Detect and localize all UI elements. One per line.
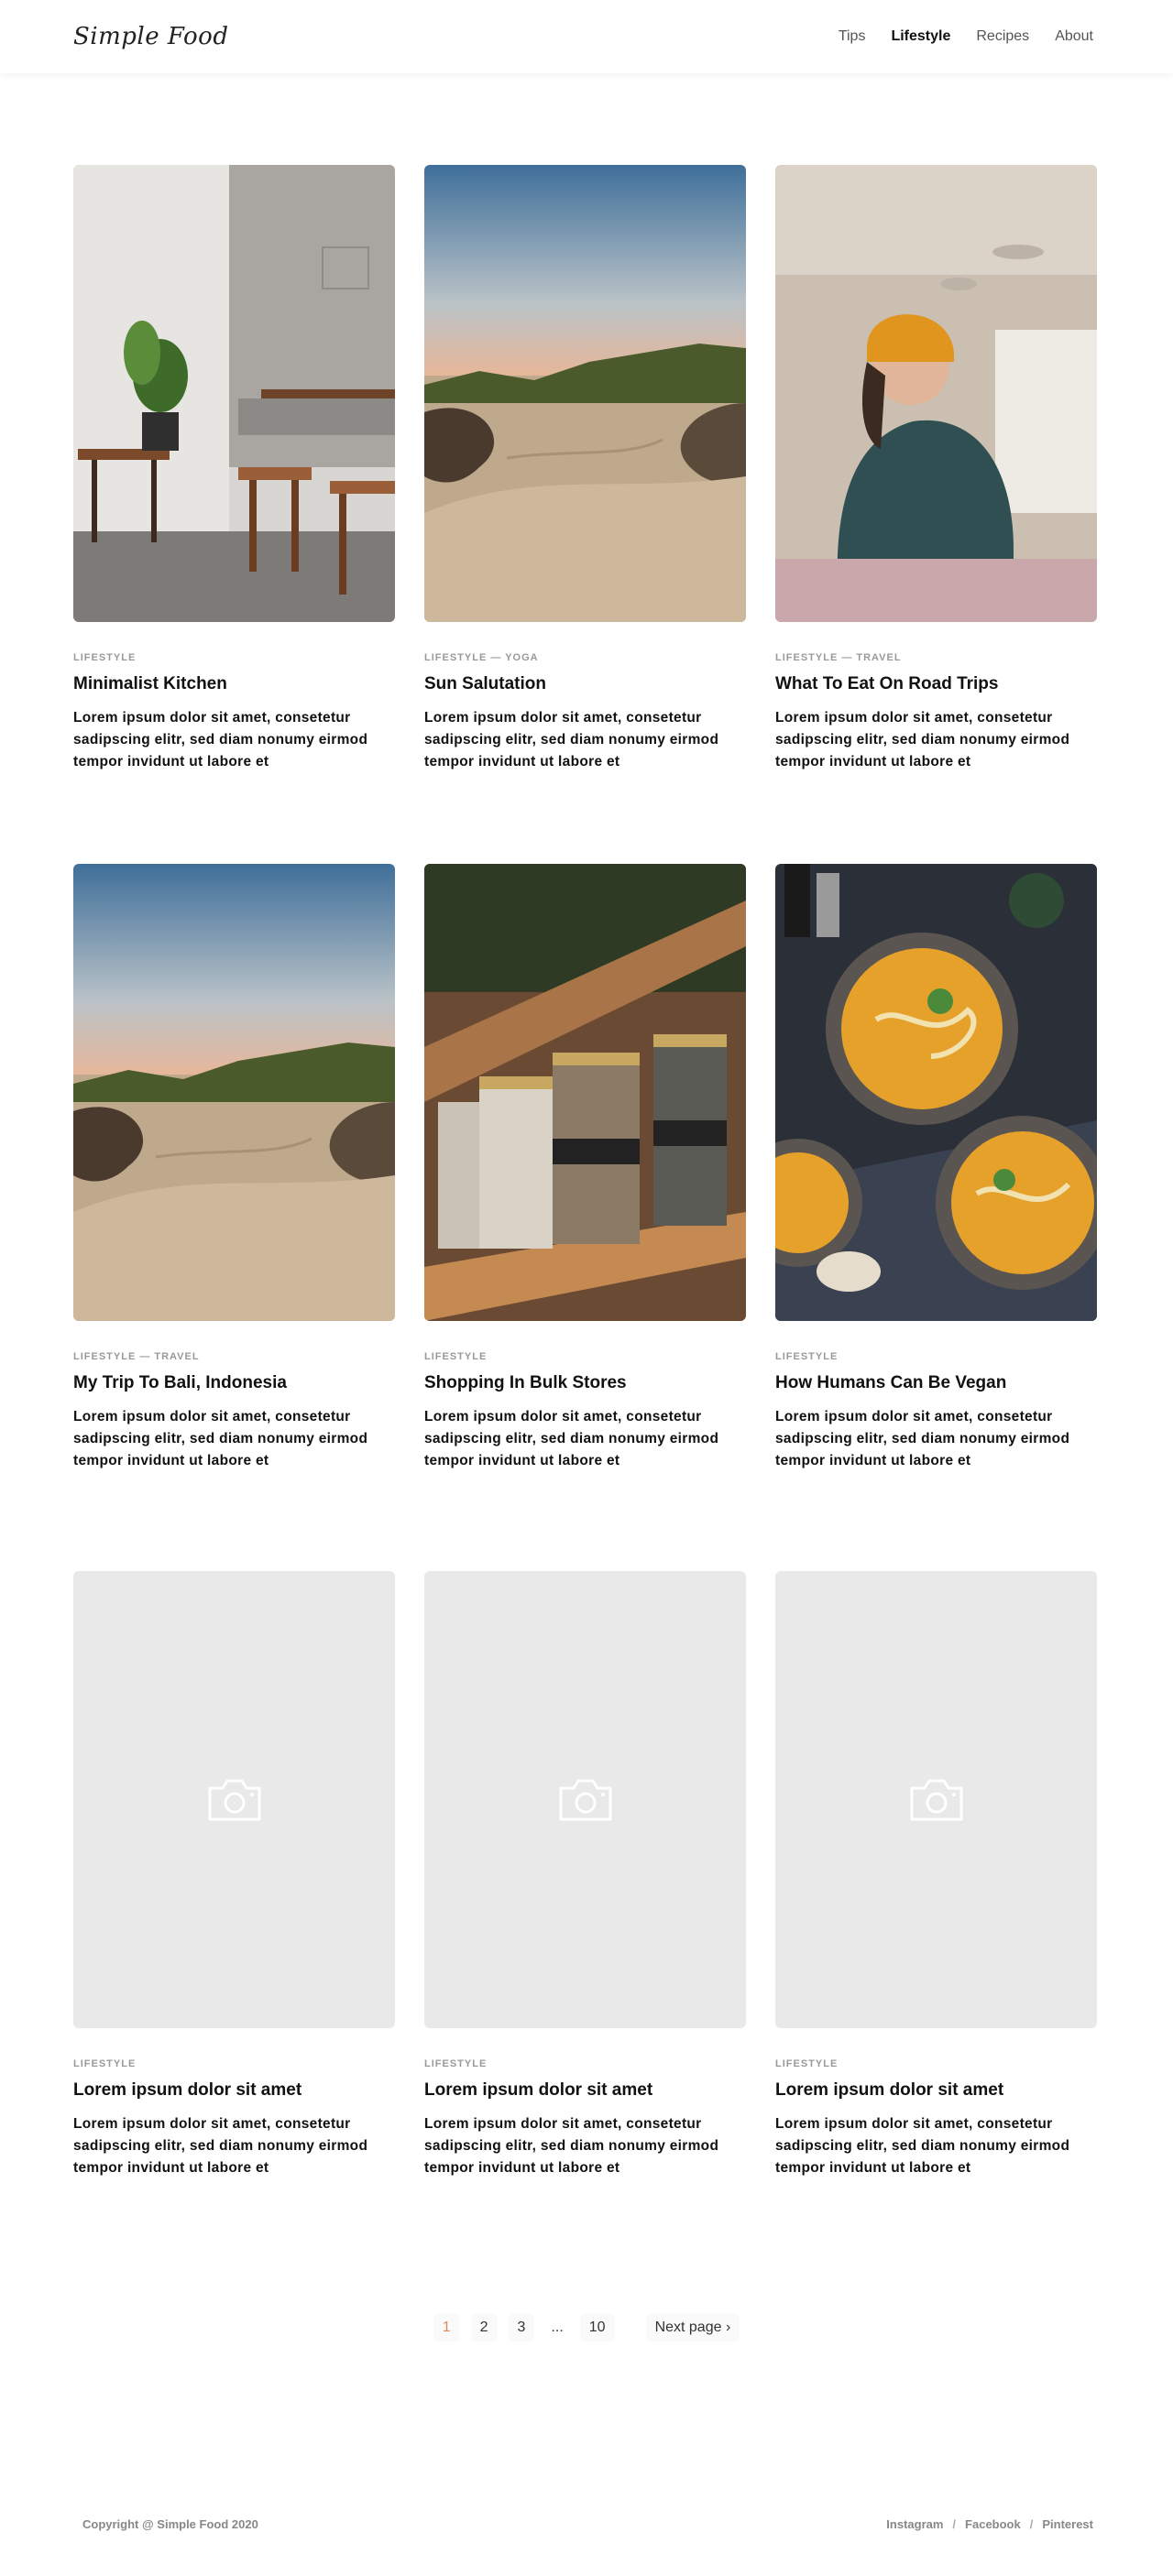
nav-item-recipes[interactable]: Recipes	[976, 28, 1029, 45]
post-category[interactable]: LIFESTYLE	[775, 1351, 1097, 1362]
nav-item-tips[interactable]: Tips	[839, 28, 866, 45]
social-links: Instagram / Facebook / Pinterest	[886, 2517, 1093, 2531]
separator: /	[952, 2516, 957, 2531]
post-title[interactable]: Shopping In Bulk Stores	[424, 1373, 746, 1393]
post-excerpt: Lorem ipsum dolor sit amet, consetetur s…	[424, 2116, 719, 2176]
social-link-facebook[interactable]: Facebook	[965, 2517, 1021, 2531]
post-card[interactable]: LIFESTYLE — YOGA Sun Salutation Lorem ip…	[424, 165, 746, 773]
site-header: Simple Food Tips Lifestyle Recipes About	[0, 0, 1173, 73]
post-category[interactable]: LIFESTYLE	[424, 2058, 746, 2069]
post-excerpt: Lorem ipsum dolor sit amet, consetetur s…	[424, 710, 719, 770]
post-title[interactable]: Lorem ipsum dolor sit amet	[424, 2080, 746, 2101]
camera-icon	[910, 1779, 962, 1820]
post-title[interactable]: Minimalist Kitchen	[73, 674, 395, 694]
kitchen-photo	[73, 165, 395, 622]
post-card[interactable]: LIFESTYLE Shopping In Bulk Stores Lorem …	[424, 864, 746, 1472]
next-page-label: Next page	[654, 2319, 722, 2335]
post-title[interactable]: How Humans Can Be Vegan	[775, 1373, 1097, 1393]
post-card[interactable]: LIFESTYLE Minimalist Kitchen Lorem ipsum…	[73, 165, 395, 773]
post-card[interactable]: LIFESTYLE How Humans Can Be Vegan Lorem …	[775, 864, 1097, 1472]
camera-icon	[559, 1779, 611, 1820]
post-excerpt: Lorem ipsum dolor sit amet, consetetur s…	[775, 1409, 1070, 1468]
post-category[interactable]: LIFESTYLE — YOGA	[424, 652, 746, 663]
separator: /	[1029, 2516, 1034, 2531]
post-excerpt: Lorem ipsum dolor sit amet, consetetur s…	[775, 710, 1070, 770]
post-image[interactable]	[73, 864, 395, 1321]
nav-item-about[interactable]: About	[1055, 28, 1093, 45]
social-link-instagram[interactable]: Instagram	[886, 2517, 943, 2531]
roadtrip-photo	[775, 165, 1097, 622]
post-category[interactable]: LIFESTYLE	[775, 2058, 1097, 2069]
post-card[interactable]: LIFESTYLE — TRAVEL My Trip To Bali, Indo…	[73, 864, 395, 1472]
copyright-text: Copyright @ Simple Food 2020	[82, 2516, 258, 2531]
post-title[interactable]: Sun Salutation	[424, 674, 746, 694]
post-card[interactable]: LIFESTYLE Lorem ipsum dolor sit amet Lor…	[73, 1571, 395, 2179]
soup-photo	[775, 864, 1097, 1321]
camera-icon	[208, 1779, 260, 1820]
post-category[interactable]: LIFESTYLE — TRAVEL	[73, 1351, 395, 1362]
post-excerpt: Lorem ipsum dolor sit amet, consetetur s…	[73, 1409, 368, 1468]
post-category[interactable]: LIFESTYLE	[73, 652, 395, 663]
post-image[interactable]	[424, 165, 746, 622]
site-footer: Copyright @ Simple Food 2020 Instagram /…	[82, 2510, 1093, 2538]
main-nav: Tips Lifestyle Recipes About	[839, 28, 1093, 45]
post-image[interactable]	[73, 165, 395, 622]
post-image[interactable]	[424, 864, 746, 1321]
page-link-10[interactable]: 10	[579, 2314, 615, 2341]
page-ellipsis: ...	[551, 2319, 564, 2335]
jars-photo	[424, 864, 746, 1321]
post-title[interactable]: My Trip To Bali, Indonesia	[73, 1373, 395, 1393]
page-link-1[interactable]: 1	[433, 2314, 460, 2341]
beach-photo	[73, 864, 395, 1321]
social-link-pinterest[interactable]: Pinterest	[1042, 2517, 1093, 2531]
site-logo[interactable]: Simple Food	[73, 23, 228, 50]
post-category[interactable]: LIFESTYLE	[424, 1351, 746, 1362]
post-title[interactable]: Lorem ipsum dolor sit amet	[73, 2080, 395, 2101]
post-image-placeholder[interactable]	[73, 1571, 395, 2028]
nav-item-lifestyle[interactable]: Lifestyle	[891, 28, 950, 45]
post-title[interactable]: What To Eat On Road Trips	[775, 674, 1097, 694]
post-title[interactable]: Lorem ipsum dolor sit amet	[775, 2080, 1097, 2101]
post-image[interactable]	[775, 864, 1097, 1321]
post-image[interactable]	[775, 165, 1097, 622]
page-link-2[interactable]: 2	[470, 2314, 498, 2341]
pagination: 1 2 3 ... 10 Next page ›	[0, 2314, 1173, 2341]
post-excerpt: Lorem ipsum dolor sit amet, consetetur s…	[73, 2116, 368, 2176]
post-excerpt: Lorem ipsum dolor sit amet, consetetur s…	[775, 2116, 1070, 2176]
post-card[interactable]: LIFESTYLE — TRAVEL What To Eat On Road T…	[775, 165, 1097, 773]
page-link-3[interactable]: 3	[508, 2314, 535, 2341]
post-category[interactable]: LIFESTYLE — TRAVEL	[775, 652, 1097, 663]
post-category[interactable]: LIFESTYLE	[73, 2058, 395, 2069]
post-excerpt: Lorem ipsum dolor sit amet, consetetur s…	[73, 710, 368, 770]
post-card[interactable]: LIFESTYLE Lorem ipsum dolor sit amet Lor…	[424, 1571, 746, 2179]
post-excerpt: Lorem ipsum dolor sit amet, consetetur s…	[424, 1409, 719, 1468]
post-image-placeholder[interactable]	[424, 1571, 746, 2028]
post-image-placeholder[interactable]	[775, 1571, 1097, 2028]
beach-photo	[424, 165, 746, 622]
next-page-button[interactable]: Next page ›	[645, 2314, 740, 2341]
post-card[interactable]: LIFESTYLE Lorem ipsum dolor sit amet Lor…	[775, 1571, 1097, 2179]
chevron-right-icon: ›	[725, 2319, 731, 2335]
